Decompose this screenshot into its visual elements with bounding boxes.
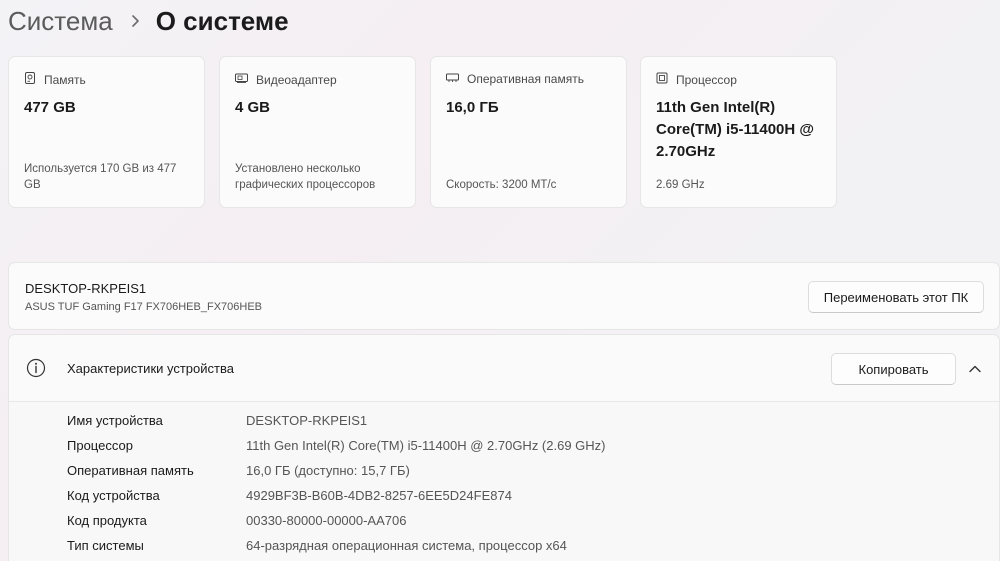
spec-value: 16,0 ГБ (доступно: 15,7 ГБ) (246, 463, 410, 478)
spec-value: 00330-80000-00000-AA706 (246, 513, 407, 528)
spec-row: Тип системы 64-разрядная операционная си… (67, 538, 567, 558)
spec-label: Процессор (67, 438, 133, 453)
card-note: Скорость: 3200 МТ/с (446, 179, 557, 191)
card-value: 11th Gen Intel(R) Core(TM) i5-11400H @ 2… (656, 99, 815, 160)
spec-row: Имя устройства DESKTOP-RKPEIS1 (67, 413, 367, 433)
device-name-panel: DESKTOP-RKPEIS1 ASUS TUF Gaming F17 FX70… (8, 262, 1000, 330)
spec-row: Оперативная память 16,0 ГБ (доступно: 15… (67, 463, 410, 483)
copy-button[interactable]: Копировать (831, 353, 956, 385)
spec-label: Тип системы (67, 538, 144, 553)
spec-label: Оперативная память (67, 463, 194, 478)
gpu-icon (235, 72, 256, 87)
device-specs-title: Характеристики устройства (67, 361, 234, 376)
spec-value: 4929BF3B-B60B-4DB2-8257-6EE5D24FE874 (246, 488, 512, 503)
spec-value: 11th Gen Intel(R) Core(TM) i5-11400H @ 2… (246, 438, 606, 453)
card-storage[interactable]: Память 477 GB Используется 170 GB из 477… (8, 56, 205, 208)
page-title: О системе (155, 5, 289, 36)
ram-icon (446, 72, 467, 86)
spec-row: Процессор 11th Gen Intel(R) Core(TM) i5-… (67, 438, 606, 458)
spec-label: Код продукта (67, 513, 147, 528)
cpu-icon (656, 72, 676, 87)
card-cpu[interactable]: Процессор 11th Gen Intel(R) Core(TM) i5-… (640, 56, 837, 208)
device-specs-header[interactable]: Характеристики устройства Копировать (9, 335, 999, 402)
card-value: 16,0 ГБ (446, 99, 499, 116)
card-title: Процессор (676, 72, 737, 87)
chevron-up-icon[interactable] (968, 361, 982, 379)
spec-label: Имя устройства (67, 413, 163, 428)
device-name: DESKTOP-RKPEIS1 (25, 281, 147, 296)
device-specs-panel: Характеристики устройства Копировать Имя… (8, 334, 1000, 561)
card-note: Установлено несколько графических процес… (235, 163, 376, 191)
breadcrumb: Система О системе (8, 4, 289, 38)
spec-row: Код продукта 00330-80000-00000-AA706 (67, 513, 406, 533)
card-title: Память (44, 72, 86, 87)
card-ram[interactable]: Оперативная память 16,0 ГБ Скорость: 320… (430, 56, 627, 208)
device-model: ASUS TUF Gaming F17 FX706HEB_FX706HEB (25, 301, 263, 313)
rename-pc-button[interactable]: Переименовать этот ПК (808, 281, 984, 313)
card-value: 4 GB (235, 99, 271, 116)
card-gpu[interactable]: Видеоадаптер 4 GB Установлено несколько … (219, 56, 416, 208)
breadcrumb-parent-link[interactable]: Система (8, 6, 113, 37)
spec-row: Код устройства 4929BF3B-B60B-4DB2-8257-6… (67, 488, 512, 508)
spec-label: Код устройства (67, 488, 160, 503)
card-value: 477 GB (24, 99, 76, 116)
info-icon (26, 358, 46, 383)
card-title: Видеоадаптер (256, 72, 337, 87)
spec-value: 64-разрядная операционная система, проце… (246, 538, 567, 553)
spec-value: DESKTOP-RKPEIS1 (246, 413, 368, 428)
storage-icon (24, 72, 44, 87)
chevron-right-icon (131, 14, 140, 28)
card-title: Оперативная память (467, 72, 584, 86)
card-note: 2.69 GHz (656, 179, 705, 191)
card-note: Используется 170 GB из 477 GB (24, 163, 177, 191)
